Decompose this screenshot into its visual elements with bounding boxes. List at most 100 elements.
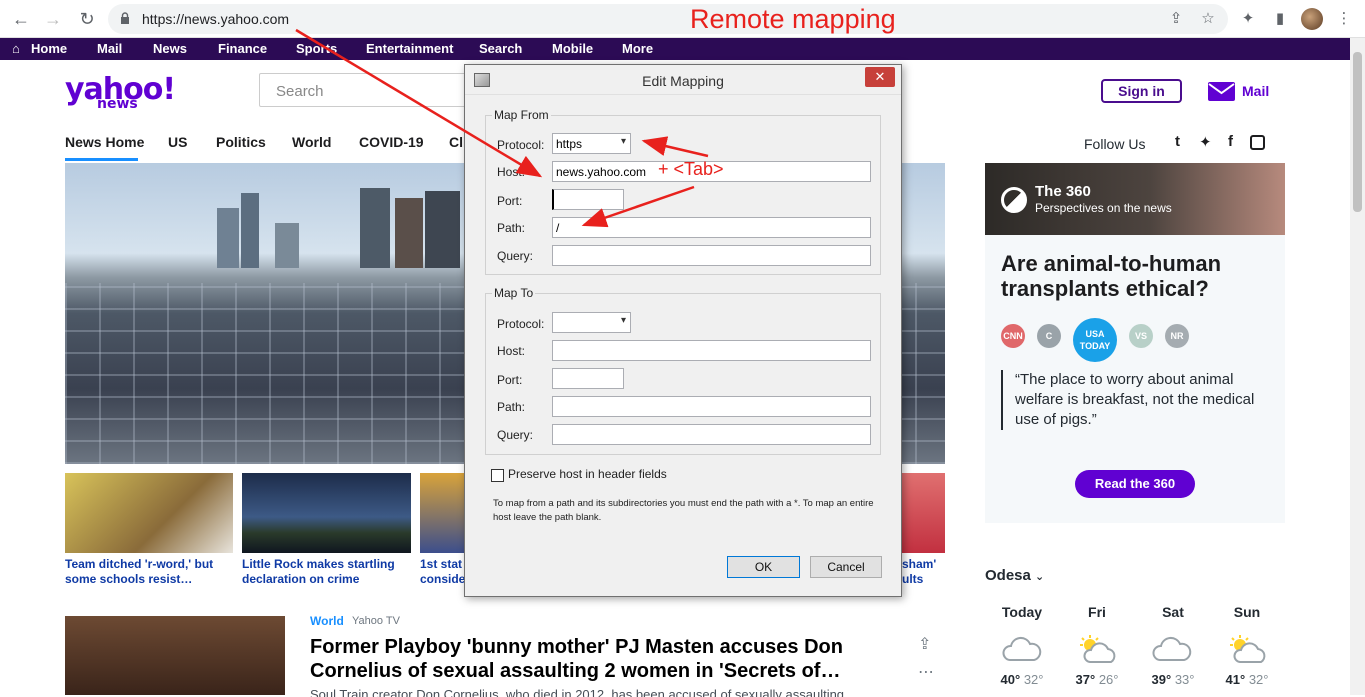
dialog-titlebar[interactable]: Edit Mapping ✕: [465, 65, 901, 95]
thumb-caption-3[interactable]: 1st stat conside: [420, 557, 465, 587]
to-protocol-label: Protocol:: [497, 317, 545, 331]
partly-sunny-icon: [1080, 635, 1116, 663]
instagram-icon[interactable]: [1250, 135, 1265, 150]
source-cnn-icon: CNN: [1001, 324, 1025, 348]
reload-icon[interactable]: ↻: [76, 8, 98, 30]
scrollbar-thumb[interactable]: [1353, 52, 1362, 212]
star-icon[interactable]: ☆: [1198, 9, 1218, 29]
share-icon[interactable]: ⇪: [1166, 9, 1186, 29]
forward-icon[interactable]: →: [42, 8, 64, 30]
url-text: https://news.yahoo.com: [142, 11, 290, 27]
subnav-us[interactable]: US: [168, 134, 187, 150]
close-button[interactable]: ✕: [865, 67, 895, 87]
map-from-group: Map From Protocol: https ▾ Host: news.yah…: [485, 108, 881, 275]
source-nr-icon: NR: [1165, 324, 1189, 348]
extensions-icon[interactable]: ✦: [1238, 9, 1258, 29]
menu-icon[interactable]: ⋮: [1334, 9, 1354, 29]
ynav-mail[interactable]: Mail: [97, 41, 122, 56]
preserve-host-checkbox[interactable]: [491, 469, 504, 482]
yahoo-top-nav: ⌂ Home Mail News Finance Sports Entertai…: [0, 38, 1350, 60]
article-source: Yahoo TV: [352, 615, 400, 627]
mail-link[interactable]: Mail: [1242, 83, 1269, 99]
search-placeholder: Search: [276, 83, 324, 100]
map-to-label: Map To: [492, 286, 536, 300]
ynav-finance[interactable]: Finance: [218, 41, 267, 56]
weather-day: Sat: [1162, 604, 1184, 620]
article-title[interactable]: Former Playboy 'bunny mother' PJ Masten …: [310, 635, 900, 683]
tumblr-icon[interactable]: t: [1175, 133, 1180, 150]
ynav-more[interactable]: More: [622, 41, 653, 56]
the-360-header: The 360 Perspectives on the news: [985, 163, 1285, 235]
thumb-caption-1[interactable]: Team ditched 'r-word,' but some schools r…: [65, 557, 213, 587]
cloud-icon: [1002, 636, 1042, 661]
to-query-field[interactable]: [552, 424, 871, 445]
from-path-field[interactable]: /: [552, 217, 871, 238]
thumb-image-2[interactable]: [242, 473, 411, 553]
mail-icon[interactable]: [1208, 82, 1235, 101]
sign-in-button[interactable]: Sign in: [1101, 79, 1182, 103]
annotation-title: Remote mapping: [690, 4, 896, 34]
to-protocol-select[interactable]: ▾: [552, 312, 631, 333]
ynav-news[interactable]: News: [153, 41, 187, 56]
from-query-label: Query:: [497, 249, 534, 263]
article-category[interactable]: World: [310, 614, 344, 628]
ynav-home[interactable]: Home: [31, 41, 67, 56]
share-icon[interactable]: ⇪: [918, 634, 931, 654]
subnav-world[interactable]: World: [292, 134, 331, 150]
thumb-caption-4[interactable]: sham' ults: [902, 557, 936, 587]
subnav-covid[interactable]: COVID-19: [359, 134, 424, 150]
chevron-down-icon: ▾: [620, 315, 626, 326]
the-360-title: The 360: [1035, 183, 1091, 200]
thumb-image-3[interactable]: [420, 473, 464, 553]
twitter-icon[interactable]: ✦: [1199, 133, 1212, 151]
facebook-icon[interactable]: f: [1228, 133, 1233, 150]
page-scrollbar[interactable]: [1350, 38, 1365, 695]
ynav-entertainment[interactable]: Entertainment: [366, 41, 453, 56]
source-c-icon: C: [1037, 324, 1061, 348]
weather-location[interactable]: Odesa ⌄: [985, 567, 1044, 584]
from-query-field[interactable]: [552, 245, 871, 266]
subnav-politics[interactable]: Politics: [216, 134, 266, 150]
address-bar[interactable]: https://news.yahoo.com: [108, 4, 1228, 34]
to-port-label: Port:: [497, 373, 523, 387]
thumb-image-4[interactable]: [902, 473, 945, 553]
source-vs-icon: VS: [1129, 324, 1153, 348]
weather-temp: 37° 26°: [1075, 672, 1119, 687]
sidepanel-icon[interactable]: ▮: [1270, 9, 1290, 29]
to-path-field[interactable]: [552, 396, 871, 417]
from-port-field[interactable]: [552, 189, 624, 210]
from-protocol-select[interactable]: https ▾: [552, 133, 631, 154]
thumb-caption-2[interactable]: Little Rock makes startling declaration o…: [242, 557, 395, 587]
partly-sunny-icon: [1230, 635, 1266, 663]
ynav-search[interactable]: Search: [479, 41, 522, 56]
cancel-button[interactable]: Cancel: [810, 556, 882, 578]
to-port-field[interactable]: [552, 368, 624, 389]
avatar[interactable]: [1301, 8, 1323, 30]
ynav-sports[interactable]: Sports: [296, 41, 337, 56]
to-host-field[interactable]: [552, 340, 871, 361]
lock-icon: [121, 12, 129, 24]
from-port-label: Port:: [497, 194, 523, 208]
ynav-mobile[interactable]: Mobile: [552, 41, 593, 56]
weather-temp: 40° 32°: [1000, 672, 1044, 687]
back-icon[interactable]: ←: [10, 8, 32, 30]
ok-button[interactable]: OK: [727, 556, 800, 578]
home-icon[interactable]: ⌂: [12, 41, 20, 56]
read-the-360-button[interactable]: Read the 360: [1075, 470, 1195, 498]
search-input[interactable]: Search: [259, 73, 469, 107]
subnav-news-home[interactable]: News Home: [65, 134, 144, 150]
follow-us-label: Follow Us: [1084, 136, 1146, 152]
article-image[interactable]: [65, 616, 285, 695]
the-360-logo-icon: [1001, 187, 1027, 213]
preserve-host-label[interactable]: Preserve host in header fields: [508, 467, 667, 481]
from-protocol-label: Protocol:: [497, 138, 545, 152]
subnav-active-indicator: [65, 158, 138, 161]
browser-toolbar: ← → ↻ https://news.yahoo.com Remote mapp…: [0, 0, 1365, 38]
thumb-image-1[interactable]: [65, 473, 233, 553]
dialog-title: Edit Mapping: [642, 73, 724, 89]
the-360-question[interactable]: Are animal-to-human transplants ethical?: [1001, 251, 1281, 301]
more-icon[interactable]: ⋯: [918, 662, 934, 682]
yahoo-logo-news: news: [97, 96, 138, 112]
from-path-label: Path:: [497, 221, 526, 235]
annotation-tab-note: + <Tab>: [658, 159, 724, 179]
